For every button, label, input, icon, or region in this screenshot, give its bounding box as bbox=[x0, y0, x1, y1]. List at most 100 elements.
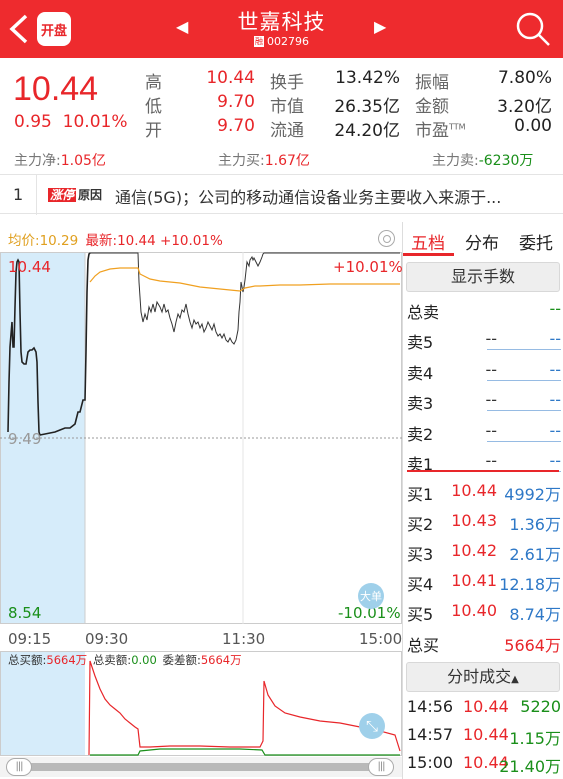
time-label-0915: 09:15 bbox=[8, 630, 52, 648]
level-volume: -- bbox=[549, 390, 561, 409]
search-icon[interactable] bbox=[514, 11, 552, 49]
level-volume: 12.18万 bbox=[499, 575, 561, 594]
quote-label: 市值 bbox=[270, 97, 304, 117]
stock-code: 融 002796 bbox=[0, 35, 563, 48]
quote-value: 7.80% bbox=[497, 68, 552, 88]
caret-up-icon: ▲ bbox=[511, 674, 519, 685]
quote-label: 流通 bbox=[270, 121, 304, 141]
capital-flow-row: 主力净:1.05亿 主力买:1.67亿 主力卖:-6230万 bbox=[0, 149, 563, 171]
buy-level-row: 买4 10.41 12.18万 bbox=[407, 566, 563, 596]
next-stock-icon[interactable]: ▶ bbox=[374, 17, 386, 36]
y-low-label: 8.54 bbox=[8, 604, 42, 622]
level-price: -- bbox=[485, 329, 497, 348]
trade-row: 14:56 10.44 5220 bbox=[407, 694, 563, 720]
level-price: -- bbox=[485, 420, 497, 440]
news-item[interactable]: 1 涨停 原因 通信(5G)；公司的移动通信设备业务主要收入来源于... bbox=[0, 174, 563, 215]
trade-volume: 21.40万 bbox=[499, 757, 561, 776]
scroll-left-handle[interactable]: ||| bbox=[6, 758, 32, 776]
main-sell: 主力卖:-6230万 bbox=[432, 153, 534, 169]
quote-value: 10.44 bbox=[206, 68, 255, 88]
level-underline bbox=[487, 379, 561, 381]
level-underline bbox=[487, 349, 561, 350]
spread-divider bbox=[407, 470, 559, 472]
show-hands-button[interactable]: 显示手数 bbox=[406, 262, 560, 292]
level-label: 买2 bbox=[407, 515, 434, 534]
quote-value: 24.20亿 bbox=[334, 121, 400, 141]
level-label: 卖4 bbox=[407, 363, 434, 383]
tab-distribution[interactable]: 分布 bbox=[465, 229, 499, 254]
quote-value: 3.20亿 bbox=[497, 97, 552, 117]
quote-value: 26.35亿 bbox=[334, 97, 400, 117]
level-label: 买1 bbox=[407, 485, 434, 504]
quote-value: 13.42% bbox=[335, 68, 400, 88]
order-book-panel: 五档 分布 委托 显示手数 总卖 -- 卖5 -- -- 卖4 -- -- 卖3 -- -- 卖2 -… bbox=[402, 222, 563, 779]
level-underline bbox=[487, 440, 561, 442]
quote-label: 低 bbox=[145, 97, 162, 117]
quote-label: 开 bbox=[145, 121, 162, 141]
y-mid-label: 9.49 bbox=[8, 430, 42, 448]
header-bar: 开盘 ◀ 世嘉科技 融 002796 ▶ bbox=[0, 0, 563, 58]
buy-level-row: 买5 10.40 8.74万 bbox=[407, 596, 563, 626]
level-price: -- bbox=[485, 359, 497, 379]
intraday-chart[interactable] bbox=[0, 252, 402, 624]
quote-label: 市盈TTM bbox=[415, 121, 466, 141]
trade-time: 14:57 bbox=[407, 725, 454, 744]
change-pct: 10.01% bbox=[62, 112, 128, 132]
big-order-button[interactable]: 大单 bbox=[358, 583, 384, 609]
expand-icon[interactable]: ⤡ bbox=[359, 713, 385, 739]
quote-label: 换手 bbox=[270, 73, 304, 93]
sell-level-row: 卖5 -- -- bbox=[407, 324, 563, 354]
level-price: 10.40 bbox=[451, 601, 497, 620]
level-volume: 2.61万 bbox=[509, 545, 561, 564]
level-label: 卖5 bbox=[407, 333, 434, 352]
level-price: -- bbox=[485, 390, 497, 409]
quote-panel: 10.44 0.95 10.01% 高 10.44 换手 13.42% 振幅 7.80% 低… bbox=[0, 60, 563, 148]
quote-label: 振幅 bbox=[415, 73, 449, 93]
price-change: 0.95 10.01% bbox=[14, 112, 128, 132]
level-label: 买3 bbox=[407, 545, 434, 564]
current-price: 10.44 bbox=[13, 70, 99, 108]
sell-level-row: 卖2 -- -- bbox=[407, 416, 563, 446]
level-volume: 8.74万 bbox=[509, 605, 561, 624]
level-label: 卖3 bbox=[407, 394, 434, 413]
trade-row: 15:00 10.44 21.40万 bbox=[407, 750, 563, 776]
order-amount-legend: 总买额:5664万 总卖额:0.00 委差额:5664万 bbox=[8, 653, 242, 667]
total-buy-row: 总买 5664万 bbox=[407, 636, 561, 655]
buy-level-row: 买3 10.42 2.61万 bbox=[407, 536, 563, 566]
active-tab-indicator bbox=[403, 253, 454, 256]
scroll-right-handle[interactable]: ||| bbox=[368, 758, 394, 776]
level-volume: -- bbox=[549, 329, 561, 348]
level-label: 卖2 bbox=[407, 424, 434, 444]
chart-settings-icon[interactable] bbox=[378, 230, 395, 247]
change-value: 0.95 bbox=[14, 112, 52, 132]
buy-level-row: 买1 10.44 4992万 bbox=[407, 476, 563, 506]
tab-orders[interactable]: 委托 bbox=[519, 229, 553, 254]
main-net: 主力净:1.05亿 bbox=[14, 153, 106, 169]
scrollbar-track bbox=[14, 763, 386, 771]
trade-time: 14:56 bbox=[407, 697, 454, 716]
sell-amount-line bbox=[90, 748, 400, 756]
level-underline bbox=[487, 410, 561, 411]
y-high-label: 10.44 bbox=[8, 258, 51, 276]
level-price: 10.43 bbox=[451, 511, 497, 530]
news-index: 1 bbox=[13, 185, 24, 204]
level-volume: 4992万 bbox=[504, 485, 561, 504]
quote-value: 0.00 bbox=[514, 116, 552, 136]
level-price: 10.41 bbox=[451, 571, 497, 590]
stock-code-text: 002796 bbox=[267, 35, 309, 48]
trades-button[interactable]: 分时成交▲ bbox=[406, 662, 560, 692]
trade-volume: 1.15万 bbox=[509, 729, 561, 748]
chart-scrollbar[interactable]: ||| ||| bbox=[0, 757, 402, 777]
level-price: 10.42 bbox=[451, 541, 497, 560]
quote-label: 高 bbox=[145, 73, 162, 93]
trade-price: 10.44 bbox=[463, 697, 509, 716]
time-label-1500: 15:00 bbox=[359, 630, 403, 648]
trade-volume: 5220 bbox=[520, 697, 561, 716]
level-volume: -- bbox=[549, 420, 561, 440]
level-volume: -- bbox=[549, 451, 561, 470]
level-volume: 1.36万 bbox=[509, 515, 561, 534]
tab-wudang[interactable]: 五档 bbox=[411, 229, 445, 254]
limit-up-reason-tag: 涨停 原因 bbox=[48, 188, 103, 202]
time-label-1130: 11:30 bbox=[222, 630, 266, 648]
sell-level-row: 卖4 -- -- bbox=[407, 355, 563, 385]
